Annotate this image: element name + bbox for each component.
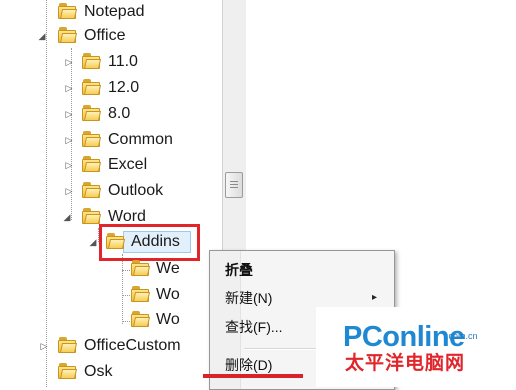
scrollbar-thumb[interactable] bbox=[225, 172, 243, 198]
collapse-arrow-icon[interactable]: ◢ bbox=[62, 212, 72, 222]
tree-node-label: Outlook bbox=[108, 182, 164, 199]
folder-icon bbox=[82, 79, 102, 95]
folder-icon bbox=[58, 337, 78, 353]
tree-node-label: 11.0 bbox=[108, 53, 138, 70]
folder-icon bbox=[131, 260, 151, 276]
folder-icon bbox=[131, 311, 151, 327]
menu-item-delete[interactable]: 删除(D) bbox=[225, 354, 272, 376]
tree-node-label: Osk bbox=[84, 363, 113, 380]
addins-highlight-box bbox=[99, 224, 200, 261]
menu-highlight-marker bbox=[203, 374, 303, 378]
expand-arrow-icon[interactable]: ▷ bbox=[64, 186, 74, 196]
tree-guide-line bbox=[122, 270, 130, 271]
menu-item-collapse[interactable]: 折叠 bbox=[225, 259, 253, 281]
submenu-arrow-icon: ▸ bbox=[372, 292, 378, 303]
collapse-arrow-icon[interactable]: ◢ bbox=[37, 31, 47, 41]
tree-node-label: Office bbox=[84, 27, 126, 44]
registry-tree-pane: Notepad ◢ Office ▷ 11.0 ▷ 12.0 ▷ 8.0 ▷ C… bbox=[0, 0, 222, 387]
folder-open-icon bbox=[58, 27, 78, 43]
expand-arrow-icon[interactable]: ▷ bbox=[39, 341, 49, 351]
watermark-chinese: 太平洋电脑网 bbox=[345, 353, 466, 374]
expand-arrow-icon[interactable]: ▷ bbox=[64, 135, 74, 145]
tree-node-label: Wo bbox=[156, 311, 180, 328]
folder-icon bbox=[82, 156, 102, 172]
expand-arrow-icon[interactable]: ▷ bbox=[64, 57, 74, 67]
tree-guide-line bbox=[122, 254, 123, 324]
menu-item-new[interactable]: 新建(N) bbox=[225, 287, 272, 309]
collapse-arrow-icon[interactable]: ◢ bbox=[88, 237, 98, 247]
folder-icon bbox=[82, 53, 102, 69]
tree-node-label: Wo bbox=[156, 286, 180, 303]
expand-arrow-icon[interactable]: ▷ bbox=[64, 109, 74, 119]
tree-node-label: Excel bbox=[108, 156, 148, 173]
tree-node-label: OfficeCustom bbox=[84, 337, 181, 354]
folder-icon bbox=[82, 105, 102, 121]
tree-guide-line bbox=[122, 321, 130, 322]
expand-arrow-icon[interactable]: ▷ bbox=[64, 160, 74, 170]
tree-node-label: Notepad bbox=[84, 3, 145, 20]
folder-open-icon bbox=[82, 208, 102, 224]
tree-node-label: 8.0 bbox=[108, 105, 131, 122]
expand-arrow-icon[interactable]: ▷ bbox=[64, 83, 74, 93]
folder-icon bbox=[58, 363, 78, 379]
watermark-domain: .com.cn bbox=[446, 331, 478, 341]
folder-icon bbox=[82, 182, 102, 198]
tree-guide-line bbox=[122, 295, 130, 296]
tree-node-label: Common bbox=[108, 131, 173, 148]
folder-icon bbox=[82, 131, 102, 147]
tree-guide-line bbox=[46, 0, 47, 387]
tree-node-label: We bbox=[156, 260, 180, 277]
menu-item-find[interactable]: 查找(F)... bbox=[225, 316, 283, 338]
tree-node-label: 12.0 bbox=[108, 79, 140, 96]
folder-icon bbox=[131, 286, 151, 302]
folder-icon bbox=[58, 3, 78, 19]
